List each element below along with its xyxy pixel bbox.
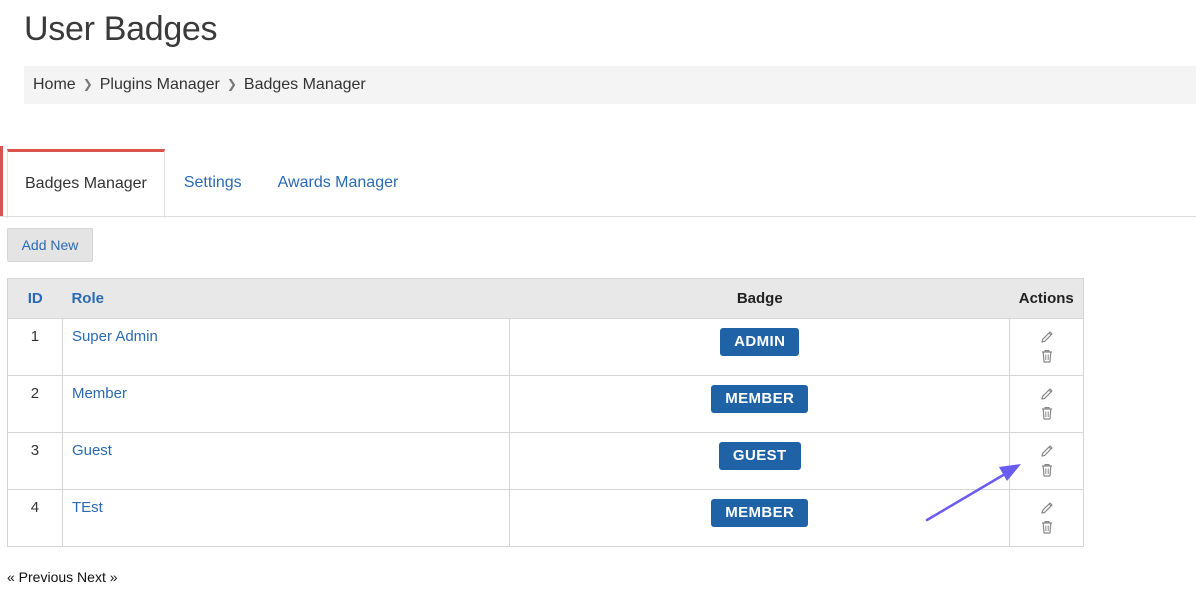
cell-badge: MEMBER <box>509 375 1010 433</box>
trash-icon[interactable] <box>1039 405 1055 421</box>
add-new-button[interactable]: Add New <box>7 228 93 262</box>
breadcrumb-badges-manager: Badges Manager <box>243 76 366 93</box>
cell-role: Super Admin <box>61 318 511 376</box>
role-badge: MEMBER <box>711 499 809 527</box>
role-link[interactable]: Guest <box>72 442 112 459</box>
cell-role: TEst <box>61 489 511 547</box>
pencil-icon[interactable] <box>1039 500 1055 516</box>
cell-actions <box>1009 489 1084 547</box>
trash-icon[interactable] <box>1039 348 1055 364</box>
pagination: « Previous Next » <box>7 569 118 585</box>
cell-id: 1 <box>7 318 63 376</box>
role-badge: GUEST <box>718 442 801 470</box>
page-title: User Badges <box>24 10 218 48</box>
cell-id: 4 <box>7 489 63 547</box>
cell-role: Member <box>61 375 511 433</box>
table-row: 1 Super Admin ADMIN <box>7 318 1084 376</box>
chevron-right-icon: ❯ <box>82 77 93 91</box>
cell-actions <box>1009 432 1084 490</box>
tabs-divider <box>0 216 1196 217</box>
trash-icon[interactable] <box>1039 462 1055 478</box>
tab-awards-manager[interactable]: Awards Manager <box>261 149 416 217</box>
previous-page-link[interactable]: « Previous <box>7 569 73 585</box>
header-id[interactable]: ID <box>7 278 63 319</box>
chevron-right-icon: ❯ <box>226 77 237 91</box>
tab-bar: Badges Manager Settings Awards Manager <box>7 149 416 218</box>
tab-badges-manager[interactable]: Badges Manager <box>7 149 165 218</box>
role-badge: MEMBER <box>711 385 809 413</box>
cell-id: 2 <box>7 375 63 433</box>
tab-settings[interactable]: Settings <box>167 149 259 217</box>
table-header-row: ID Role Badge Actions <box>7 278 1084 319</box>
cell-badge: GUEST <box>509 432 1010 490</box>
cell-badge: ADMIN <box>509 318 1010 376</box>
header-actions: Actions <box>1009 278 1084 319</box>
breadcrumb-home[interactable]: Home <box>33 76 76 94</box>
pencil-icon[interactable] <box>1039 329 1055 345</box>
cell-badge: MEMBER <box>509 489 1010 547</box>
breadcrumb: Home ❯ Plugins Manager ❯ Badges Manager <box>24 66 1196 104</box>
pencil-icon[interactable] <box>1039 443 1055 459</box>
next-page-link[interactable]: Next » <box>77 569 117 585</box>
cell-actions <box>1009 318 1084 376</box>
table-row: 4 TEst MEMBER <box>7 489 1084 547</box>
role-link[interactable]: Member <box>72 385 127 402</box>
pencil-icon[interactable] <box>1039 386 1055 402</box>
role-badge: ADMIN <box>720 328 800 356</box>
trash-icon[interactable] <box>1039 519 1055 535</box>
badges-table: ID Role Badge Actions 1 Super Admin ADMI… <box>7 278 1084 547</box>
cell-role: Guest <box>61 432 511 490</box>
cell-id: 3 <box>7 432 63 490</box>
breadcrumb-plugins-manager[interactable]: Plugins Manager <box>100 76 220 94</box>
left-accent-bar <box>0 146 3 216</box>
role-link[interactable]: TEst <box>72 499 103 516</box>
table-row: 3 Guest GUEST <box>7 432 1084 490</box>
header-role[interactable]: Role <box>62 278 510 319</box>
cell-actions <box>1009 375 1084 433</box>
header-badge: Badge <box>509 278 1010 319</box>
role-link[interactable]: Super Admin <box>72 328 158 345</box>
table-row: 2 Member MEMBER <box>7 375 1084 433</box>
